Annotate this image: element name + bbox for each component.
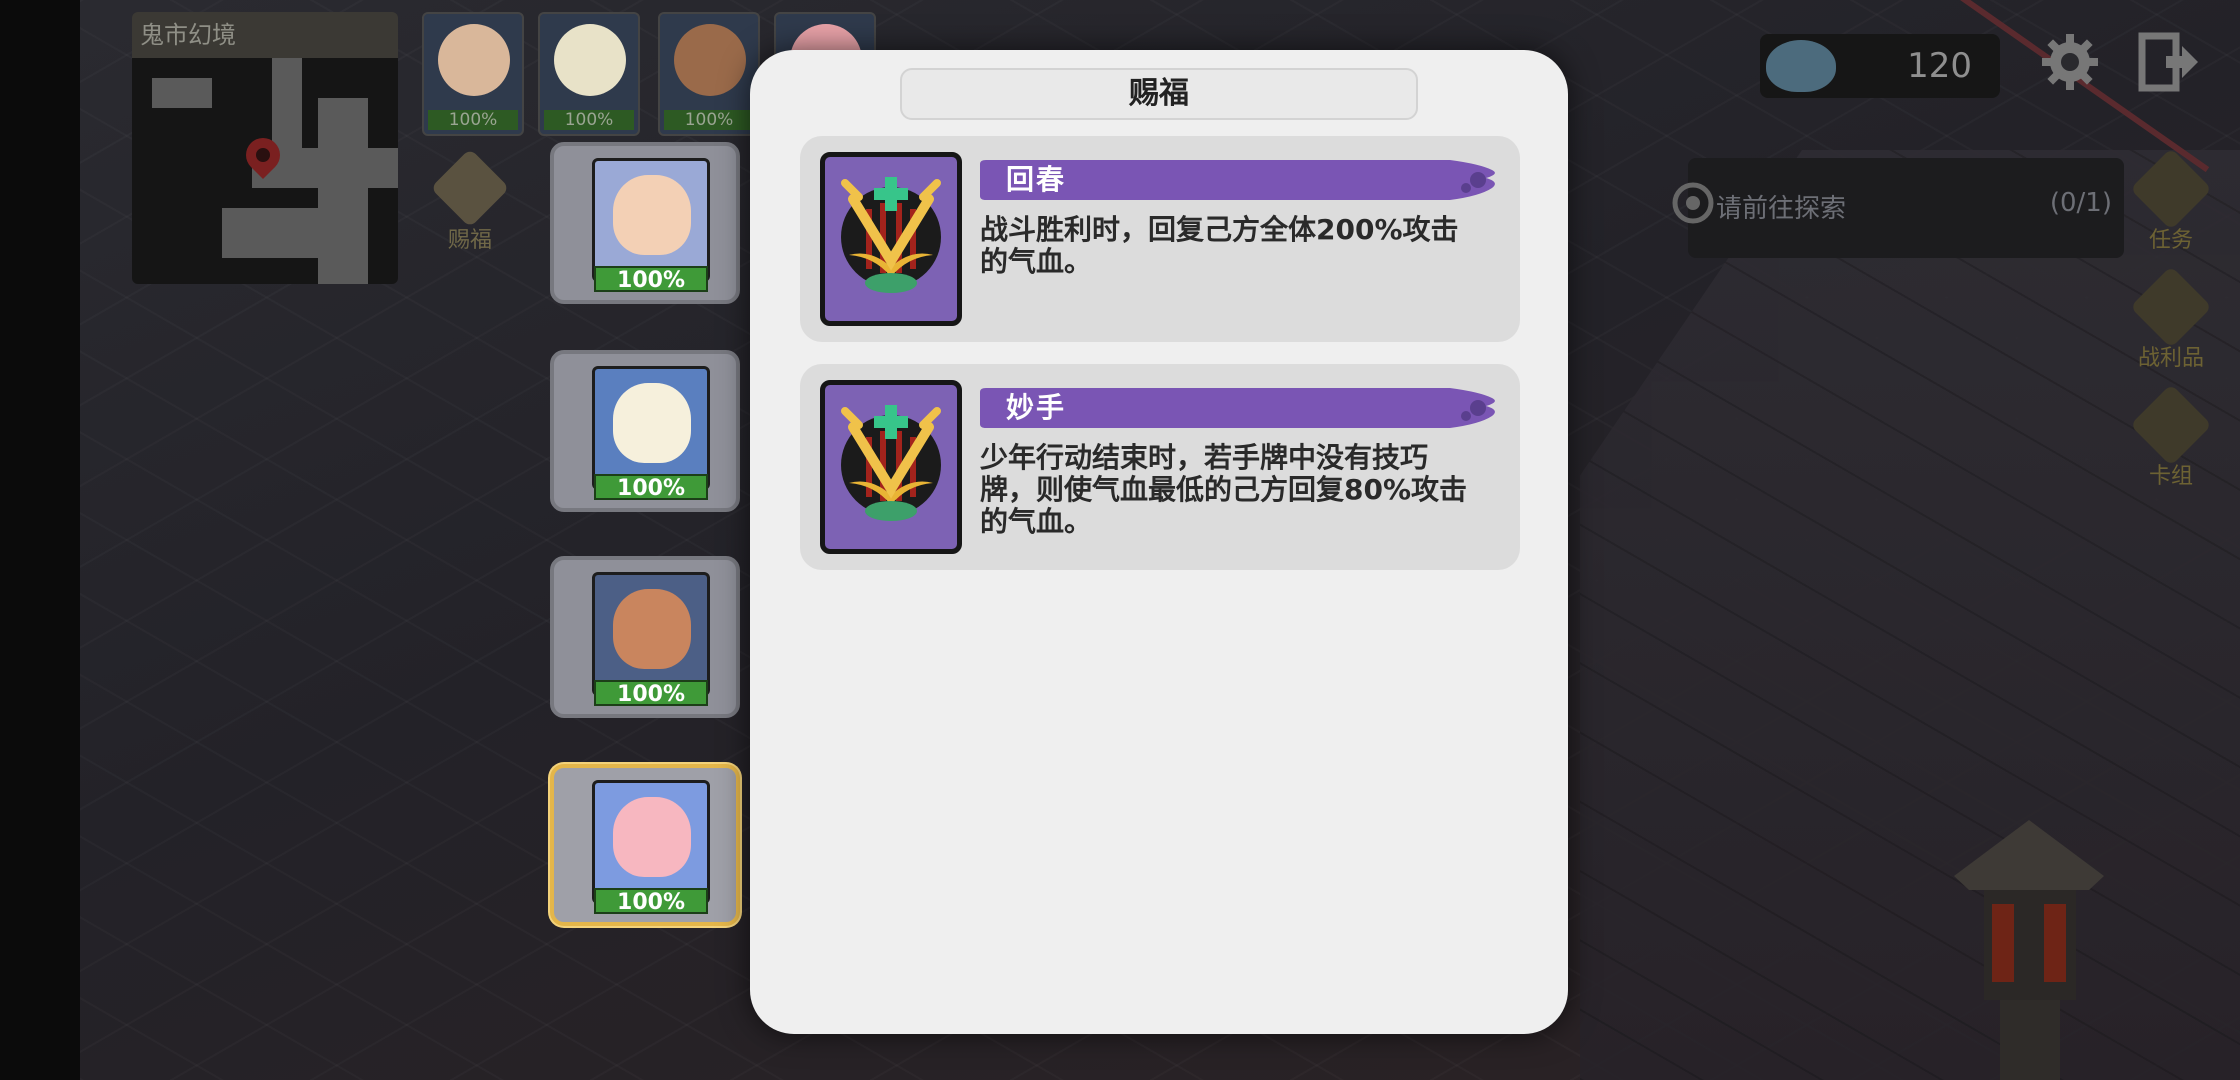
bowl-icon	[1766, 40, 1836, 92]
blessing-card-icon	[820, 152, 962, 326]
loot-icon	[2129, 265, 2213, 349]
character-portrait	[592, 158, 710, 282]
minimap-title: 鬼市幻境	[132, 12, 398, 58]
hp-percent: 100%	[594, 474, 708, 501]
deck-button[interactable]: 卡组	[2126, 383, 2216, 490]
hp-percent: 100%	[594, 888, 708, 915]
party-card[interactable]: 100%	[550, 350, 740, 512]
blessing-description: 少年行动结束时，若手牌中没有技巧牌，则使气血最低的己方回复80%攻击的气血。	[980, 441, 1468, 538]
quest-text: 请前往探索	[1716, 194, 1847, 224]
blessing-name: 回春	[1006, 163, 1067, 196]
minimap[interactable]: 鬼市幻境	[132, 12, 398, 284]
blessing-name: 妙手	[1006, 391, 1067, 424]
character-avatar	[554, 24, 626, 96]
deck-label: 卡组	[2148, 464, 2193, 489]
top-portrait[interactable]: 100%	[422, 12, 524, 136]
exit-icon[interactable]	[2136, 30, 2200, 94]
quest-tracker[interactable]: 请前往探索 (0/1)	[1672, 158, 2124, 258]
loot-button[interactable]: 战利品	[2126, 265, 2216, 372]
top-portrait[interactable]: 100%	[538, 12, 640, 136]
task-label: 任务	[2148, 228, 2193, 253]
party-card[interactable]: 100%	[550, 142, 740, 304]
blessing-modal: 赐福 回春 战斗胜利时，回复己方全体200%攻击的气血。 妙手 少年行动结束时，…	[750, 50, 1568, 1034]
character-portrait	[592, 780, 710, 904]
hp-percent: 100%	[428, 110, 518, 130]
blessing-item[interactable]: 回春 战斗胜利时，回复己方全体200%攻击的气血。	[800, 136, 1520, 342]
hp-percent: 100%	[594, 680, 708, 707]
character-avatar	[674, 24, 746, 96]
modal-title: 赐福	[900, 68, 1418, 120]
loot-label: 战利品	[2137, 346, 2204, 371]
task-button[interactable]: 任务	[2126, 147, 2216, 254]
party-card[interactable]: 100%	[550, 556, 740, 718]
stone-lantern	[1940, 820, 2120, 1080]
party-card-selected[interactable]: 100%	[550, 764, 740, 926]
top-portrait[interactable]: 100%	[658, 12, 760, 136]
currency-amount: 120	[1907, 46, 1972, 86]
currency-display: 120	[1760, 34, 2000, 98]
hp-percent: 100%	[594, 266, 708, 293]
blessing-icon	[430, 148, 510, 228]
eye-icon	[1672, 182, 1714, 224]
gear-icon[interactable]	[2038, 30, 2102, 94]
blessing-button-label: 赐福	[447, 228, 492, 253]
quest-count: (0/1)	[2049, 188, 2112, 218]
blessing-item[interactable]: 妙手 少年行动结束时，若手牌中没有技巧牌，则使气血最低的己方回复80%攻击的气血…	[800, 364, 1520, 570]
character-avatar	[438, 24, 510, 96]
character-portrait	[592, 366, 710, 490]
hp-percent: 100%	[664, 110, 754, 130]
blessing-card-icon	[820, 380, 962, 554]
hp-percent: 100%	[544, 110, 634, 130]
exclamation-icon	[2129, 147, 2213, 231]
blessing-button[interactable]: 赐福	[430, 148, 510, 270]
deck-icon	[2129, 383, 2213, 467]
character-portrait	[592, 572, 710, 696]
blessing-description: 战斗胜利时，回复己方全体200%攻击的气血。	[980, 213, 1459, 278]
